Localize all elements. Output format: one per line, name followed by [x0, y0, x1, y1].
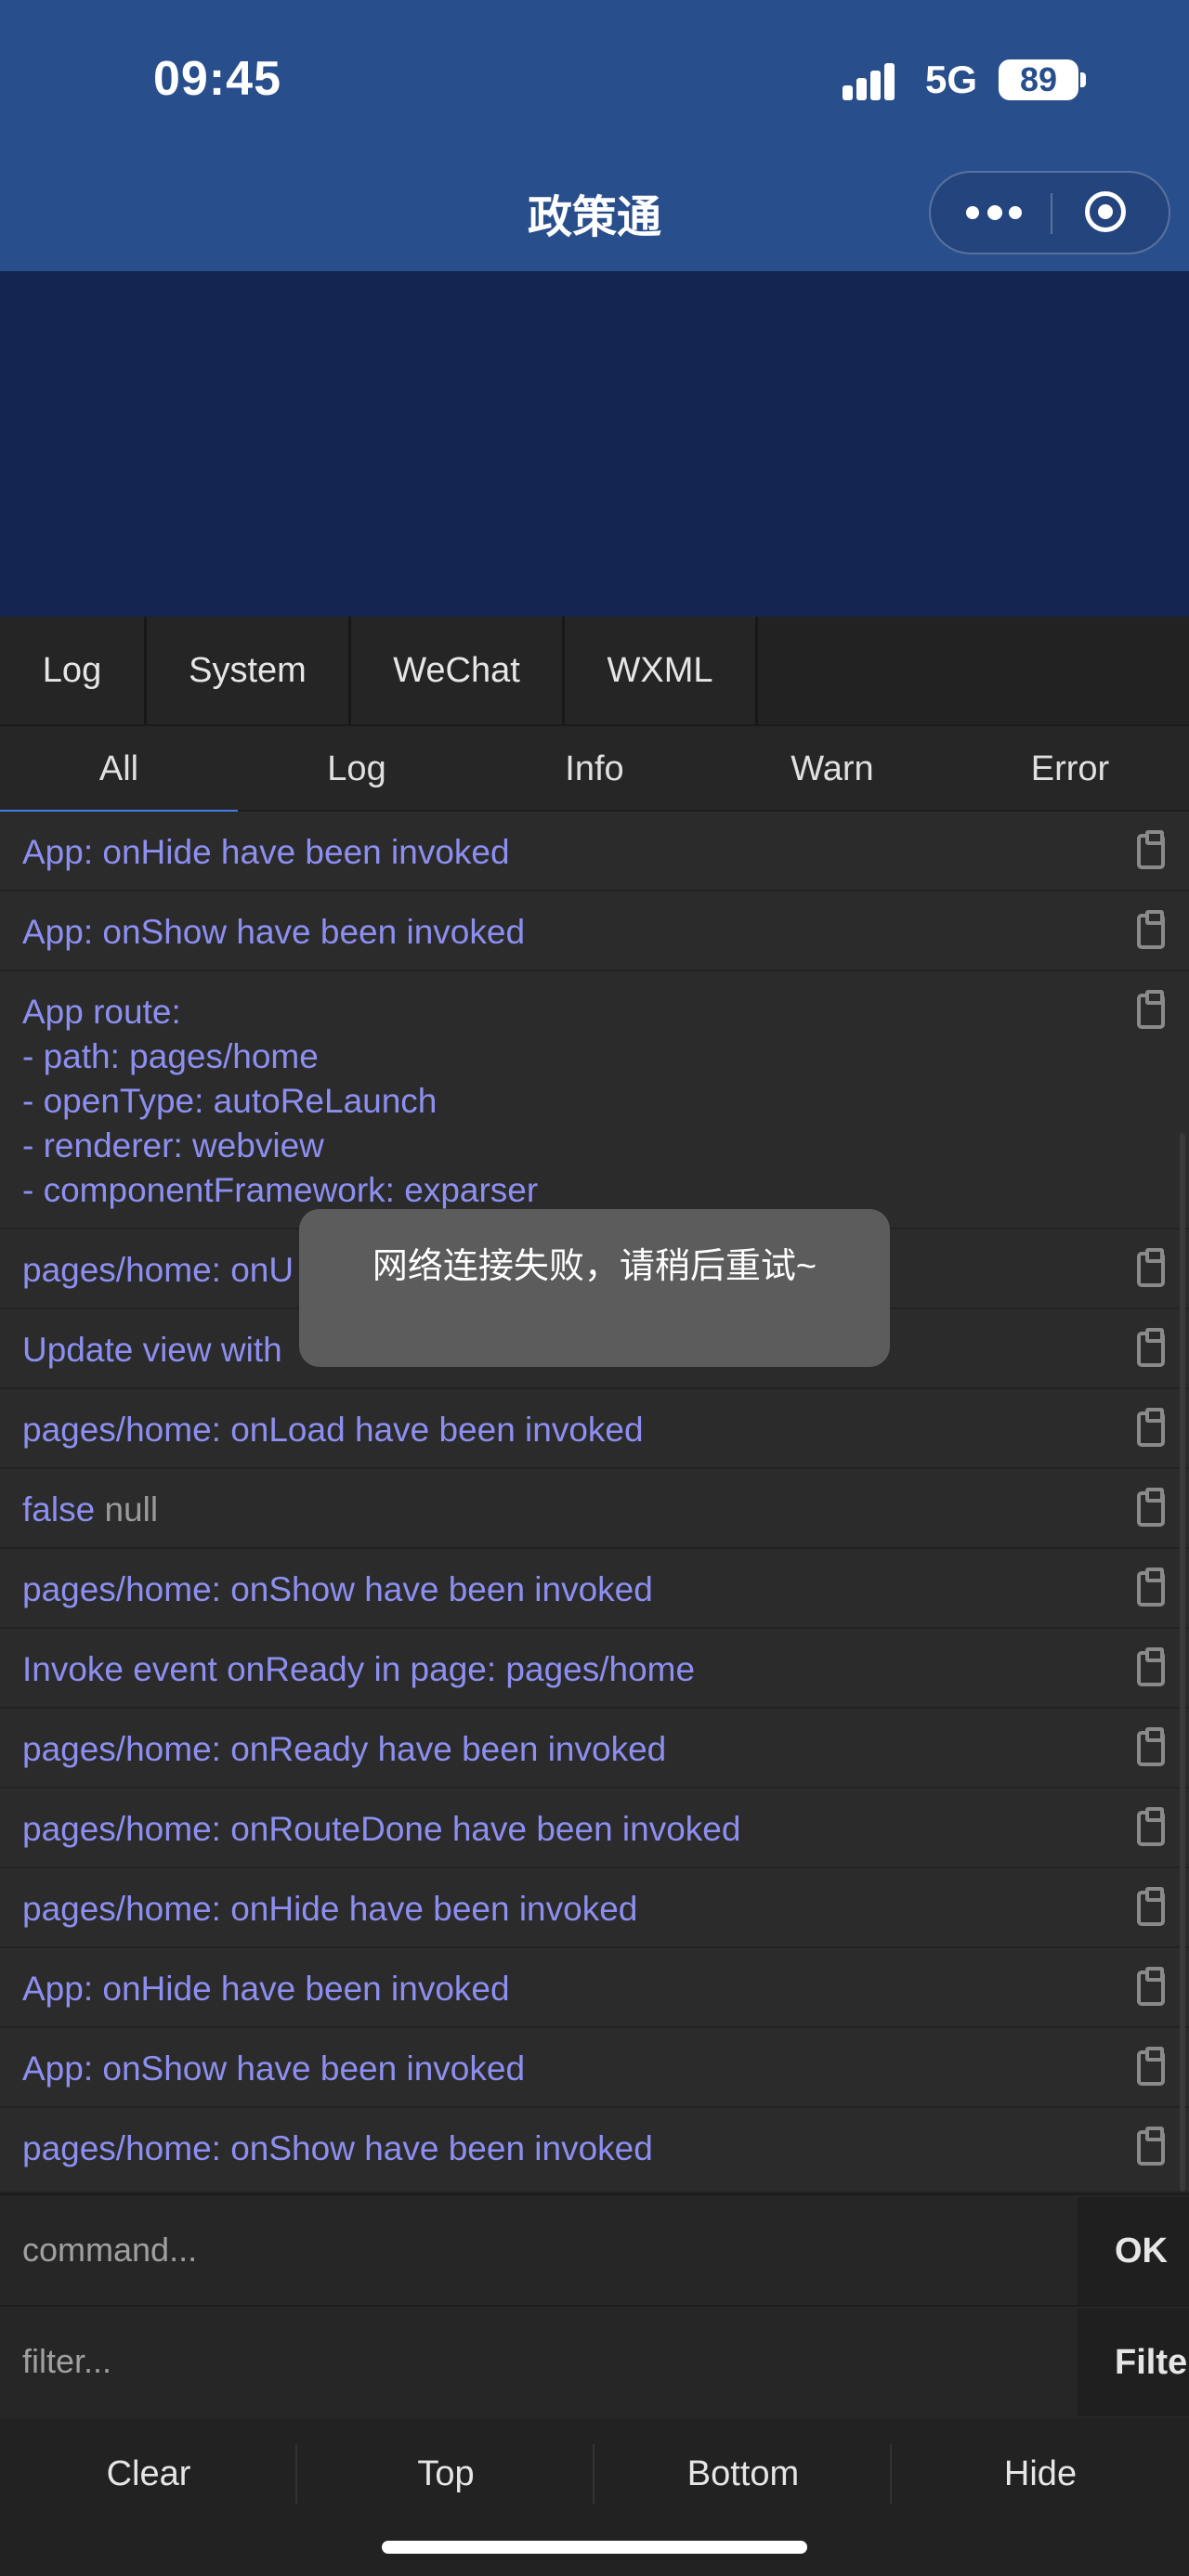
top-button[interactable]: Top	[297, 2418, 594, 2530]
log-row: App: onHide have been invoked	[0, 1948, 1189, 2028]
log-row: pages/home: onShow have been invoked	[0, 1549, 1189, 1629]
log-message: pages/home: onReady have been invoked	[22, 1730, 667, 1768]
log-row: pages/home: onRouteDone have been invoke…	[0, 1789, 1189, 1868]
log-message: App: onShow have been invoked	[22, 913, 526, 951]
copy-icon[interactable]	[1137, 1647, 1165, 1686]
log-row: pages/home: onHide have been invoked	[0, 1868, 1189, 1948]
capsule-divider	[1051, 193, 1052, 234]
log-message: App: onShow have been invoked	[22, 2049, 526, 2088]
log-level-filter: All Log Info Warn Error	[0, 726, 1189, 813]
status-time: 09:45	[153, 52, 281, 106]
signal-icon	[843, 61, 908, 100]
log-value-null: null	[104, 1490, 159, 1529]
log-row: App: onHide have been invoked	[0, 812, 1189, 891]
toast-message: 网络连接失败，请稍后重试~	[372, 1247, 817, 1286]
console-tabs: Log System WeChat WXML	[0, 617, 1189, 726]
level-warn[interactable]: Warn	[713, 726, 951, 810]
copy-icon[interactable]	[1137, 1328, 1165, 1367]
log-row: pages/home: onReady have been invoked	[0, 1709, 1189, 1789]
copy-icon[interactable]	[1137, 2127, 1165, 2166]
hide-button[interactable]: Hide	[892, 2418, 1189, 2530]
log-message: App route: - path: pages/home - openType…	[22, 993, 539, 1209]
log-message: pages/home: onLoad have been invoked	[22, 1411, 644, 1449]
log-list[interactable]: App: onHide have been invoked App: onSho…	[0, 812, 1189, 2193]
level-info[interactable]: Info	[476, 726, 713, 810]
close-miniprogram-icon[interactable]	[1085, 191, 1126, 232]
copy-icon[interactable]	[1137, 1488, 1165, 1527]
ok-button[interactable]: OK	[1078, 2197, 1189, 2305]
log-row: App route: - path: pages/home - openType…	[0, 971, 1189, 1229]
tab-wxml[interactable]: WXML	[565, 617, 758, 724]
copy-icon[interactable]	[1137, 990, 1165, 1029]
copy-icon[interactable]	[1137, 1248, 1165, 1287]
log-value-false: false	[22, 1490, 96, 1529]
log-row: Invoke event onReady in page: pages/home	[0, 1629, 1189, 1709]
clear-button[interactable]: Clear	[0, 2418, 297, 2530]
tab-log[interactable]: Log	[0, 617, 147, 724]
log-row: App: onShow have been invoked	[0, 891, 1189, 971]
home-indicator	[382, 2541, 807, 2554]
log-message: pages/home: onRouteDone have been invoke…	[22, 1810, 741, 1848]
log-scrollbar[interactable]	[1180, 1133, 1185, 2192]
log-message: pages/home: onShow have been invoked	[22, 1570, 653, 1608]
command-row: OK	[0, 2193, 1189, 2305]
log-message: App: onHide have been invoked	[22, 1970, 510, 2008]
header: 09:45 5G 89 政策通	[0, 0, 1189, 271]
more-icon[interactable]	[966, 205, 1022, 221]
copy-icon[interactable]	[1137, 1408, 1165, 1447]
copy-icon[interactable]	[1137, 1568, 1165, 1607]
network-type: 5G	[925, 58, 978, 101]
log-message: pages/home: onHide have been invoked	[22, 1890, 638, 1928]
miniprogram-capsule	[929, 171, 1170, 254]
copy-icon[interactable]	[1137, 910, 1165, 949]
filter-row: Filter	[0, 2305, 1189, 2418]
copy-icon[interactable]	[1137, 2047, 1165, 2086]
copy-icon[interactable]	[1137, 1967, 1165, 2006]
level-error[interactable]: Error	[951, 726, 1189, 810]
battery-nub	[1080, 72, 1086, 87]
page-content	[0, 271, 1189, 617]
log-row: pages/home: onShow have been invoked	[0, 2108, 1189, 2193]
copy-icon[interactable]	[1137, 1727, 1165, 1766]
command-input[interactable]	[0, 2195, 1078, 2305]
copy-icon[interactable]	[1137, 830, 1165, 869]
level-log[interactable]: Log	[238, 726, 476, 810]
log-message: false null	[22, 1488, 1091, 1532]
battery-icon: 89	[999, 59, 1078, 100]
filter-input[interactable]	[0, 2307, 1078, 2416]
log-message: pages/home: onShow have been invoked	[22, 2129, 653, 2167]
tab-wechat[interactable]: WeChat	[351, 617, 565, 724]
log-message: Invoke event onReady in page: pages/home	[22, 1650, 696, 1688]
level-all[interactable]: All	[0, 726, 238, 813]
log-row: App: onShow have been invoked	[0, 2028, 1189, 2108]
toast: 网络连接失败，请稍后重试~	[299, 1209, 890, 1367]
copy-icon[interactable]	[1137, 1887, 1165, 1926]
log-row: pages/home: onLoad have been invoked	[0, 1389, 1189, 1469]
bottom-button[interactable]: Bottom	[594, 2418, 892, 2530]
log-message: App: onHide have been invoked	[22, 833, 510, 871]
filter-button[interactable]: Filter	[1078, 2309, 1189, 2416]
log-row: false null	[0, 1469, 1189, 1549]
tab-system[interactable]: System	[147, 617, 351, 724]
copy-icon[interactable]	[1137, 1807, 1165, 1846]
